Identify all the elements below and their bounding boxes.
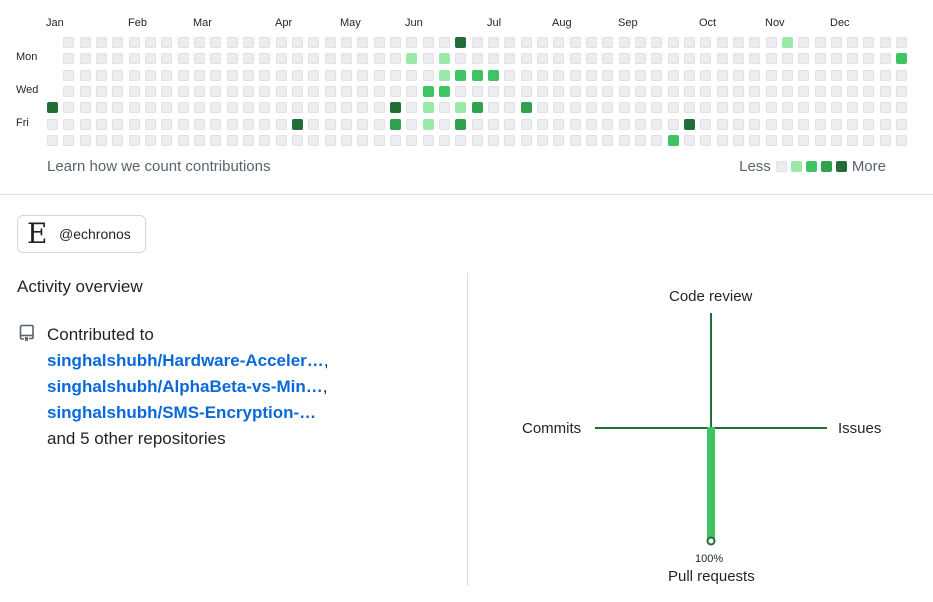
activity-shape [707,427,715,542]
pull-requests-point [706,536,716,546]
activity-axis-chart [595,313,827,546]
